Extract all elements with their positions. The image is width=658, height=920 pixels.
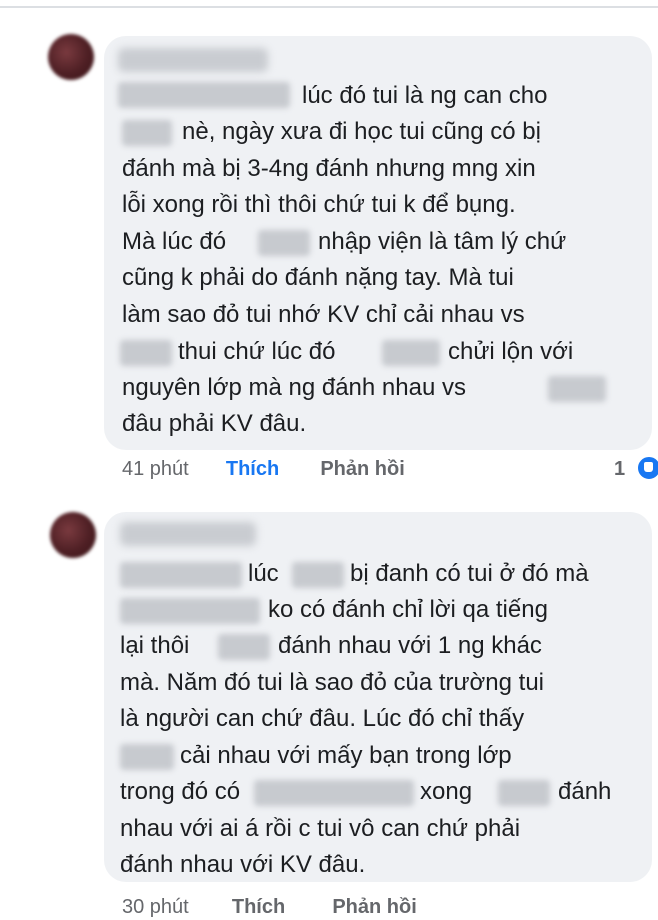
- reaction-count[interactable]: 1: [614, 458, 625, 481]
- redacted-text: [382, 340, 440, 366]
- redacted-text: [548, 376, 606, 402]
- redacted-text: [218, 634, 270, 660]
- redacted-text: [118, 82, 290, 108]
- top-divider: [0, 6, 658, 8]
- redacted-text: [120, 598, 260, 624]
- comment-text-line: cải nhau với mấy bạn trong lớp: [180, 742, 512, 769]
- like-button[interactable]: Thích: [232, 896, 285, 918]
- comment-text-line: đâu phải KV đâu.: [122, 410, 307, 437]
- comment-text-line: Mà lúc đó: [122, 228, 227, 255]
- comment-text-line: xong: [420, 778, 473, 805]
- redacted-author-name[interactable]: [118, 48, 268, 72]
- avatar[interactable]: [48, 34, 94, 80]
- like-reaction-icon[interactable]: [636, 455, 658, 481]
- timestamp[interactable]: 41 phút: [122, 458, 189, 480]
- comment-actions: 30 phút Thích Phản hồi: [122, 896, 417, 919]
- redacted-text: [258, 230, 310, 256]
- comment-text-line: nhập viện là tâm lý chứ: [318, 228, 567, 255]
- comment-text-line: đánh mà bị 3-4ng đánh nhưng mng xin: [122, 155, 536, 182]
- redacted-author-name[interactable]: [120, 522, 256, 546]
- comment-text-line: cũng k phải do đánh nặng tay. Mà tui: [122, 264, 514, 291]
- comment-text-line: làm sao đỏ tui nhớ KV chỉ cải nhau vs: [122, 301, 525, 328]
- reply-button[interactable]: Phản hồi: [332, 896, 416, 918]
- comment-text-line: mà. Năm đó tui là sao đỏ của trường tui: [120, 669, 545, 696]
- timestamp[interactable]: 30 phút: [122, 896, 189, 918]
- comment-text-line: trong đó có: [120, 778, 241, 805]
- comment-text-line: thui chứ lúc đó: [178, 338, 336, 365]
- comment-text-line: lại thôi: [120, 632, 190, 659]
- comment-text-line: bị đanh có tui ở đó mà: [350, 560, 589, 587]
- comment-text-line: đánh nhau với KV đâu.: [120, 851, 366, 878]
- comment-text-line: chửi lộn với: [448, 338, 574, 365]
- comment-text-line: nhau với ai á rồi c tui vô can chứ phải: [120, 815, 521, 842]
- reply-button[interactable]: Phản hồi: [320, 458, 404, 480]
- redacted-text: [254, 780, 414, 806]
- redacted-text: [498, 780, 550, 806]
- like-button[interactable]: Thích: [226, 458, 279, 480]
- avatar[interactable]: [50, 512, 96, 558]
- redacted-text: [120, 744, 174, 770]
- comment-text-line: ko có đánh chỉ lời qa tiếng: [268, 596, 548, 623]
- redacted-text: [120, 562, 242, 588]
- redacted-text: [122, 120, 172, 146]
- comment-text-line: lúc đó tui là ng can cho: [302, 82, 548, 109]
- comment-text-line: lúc: [248, 560, 279, 587]
- redacted-text: [292, 562, 344, 588]
- comment-text-line: đánh: [558, 778, 612, 805]
- comment-text-line: nè, ngày xưa đi học tui cũng có bị: [182, 118, 541, 145]
- comment-text-line: nguyên lớp mà ng đánh nhau vs: [122, 374, 466, 401]
- comment-actions: 41 phút Thích Phản hồi: [122, 458, 405, 481]
- comment-text-line: lỗi xong rồi thì thôi chứ tui k để bụng.: [122, 191, 516, 218]
- comment-text-line: đánh nhau với 1 ng khác: [278, 632, 542, 659]
- redacted-text: [120, 340, 172, 366]
- comment-text-line: là người can chứ đâu. Lúc đó chỉ thấy: [120, 705, 525, 732]
